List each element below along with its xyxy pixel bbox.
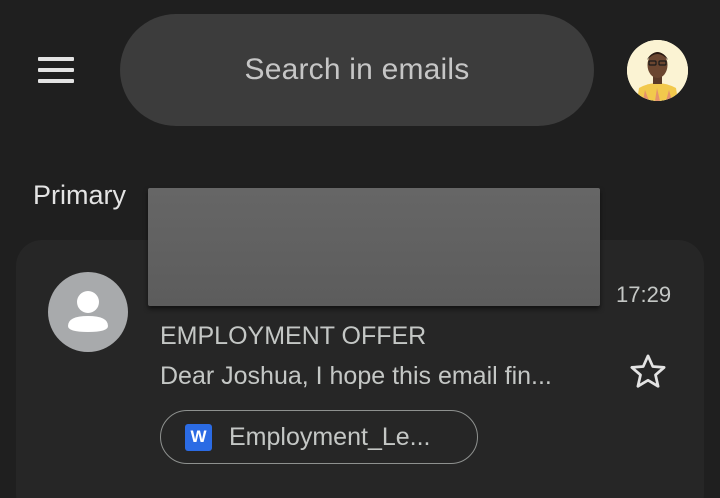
hamburger-menu-icon-bar [38,68,74,72]
sender-avatar[interactable] [48,272,128,352]
hamburger-menu-icon [38,57,74,61]
search-bar[interactable]: Search in emails [120,14,594,126]
account-avatar-button[interactable] [627,40,688,101]
word-doc-icon: W [185,423,212,451]
menu-button[interactable] [30,48,82,92]
email-subject: EMPLOYMENT OFFER [160,322,427,350]
search-placeholder: Search in emails [244,53,470,86]
hamburger-menu-icon-bar [38,79,74,83]
star-button[interactable] [626,350,670,394]
profile-photo-icon [627,40,688,101]
gmail-app: Search in emails Primary 17:29 EMPLOYMEN… [0,0,720,498]
email-snippet: Dear Joshua, I hope this email fin... [160,362,552,390]
person-icon [68,291,108,332]
star-outline-icon [630,354,666,388]
email-time: 17:29 [616,282,672,307]
attachment-name: Employment_Le... [229,422,431,451]
attachment-chip[interactable]: W Employment_Le... [160,410,478,464]
redaction-overlay [148,188,600,306]
section-label-primary: Primary [33,180,126,210]
